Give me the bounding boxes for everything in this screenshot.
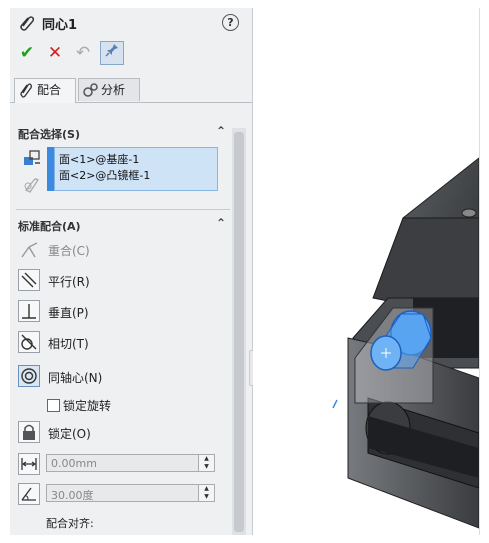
pin-button[interactable] [100, 41, 124, 65]
tab-analysis-label: 分析 [101, 83, 126, 97]
distance-icon[interactable] [18, 453, 40, 475]
coincident-icon [18, 238, 40, 260]
lock-rotation-checkbox[interactable] [47, 399, 60, 412]
mate-concentric-label: 同轴心(N) [48, 371, 103, 385]
mate-coincident-label: 重合(C) [48, 244, 90, 258]
gears-icon [83, 82, 99, 106]
help-icon[interactable]: ? [222, 14, 239, 31]
distance-value: 0.00mm [51, 457, 97, 470]
undo-button[interactable]: ↶ [72, 42, 94, 64]
list-item[interactable]: 面<1>@基座-1 [59, 151, 139, 167]
mate-lock-label: 锁定(O) [48, 427, 91, 441]
distance-input[interactable]: 0.00mm ▲ ▼ [46, 454, 215, 472]
mate-parallel-label: 平行(R) [48, 275, 90, 289]
angle-stepper[interactable]: ▲ ▼ [198, 485, 214, 501]
standard-mates-heading: 标准配合(A) [18, 220, 81, 233]
cancel-button[interactable]: ✕ [44, 42, 66, 64]
panel-scrollbar[interactable] [232, 128, 246, 535]
collapse-icon[interactable]: ⌃ [216, 216, 226, 230]
mate-selection-header[interactable]: 配合选择(S) ⌃ [10, 124, 232, 142]
property-manager-panel: 同心1 ? ✔ ✕ ↶ 配合 分析 配合选择(S) ⌃ 面<1>@基座-1 面<… [10, 8, 253, 535]
pin-icon [105, 44, 118, 57]
list-item[interactable]: 面<2>@凸镜框-1 [59, 167, 150, 183]
perpendicular-icon [18, 300, 40, 322]
mate-perpendicular[interactable]: 垂直(P) [18, 300, 228, 324]
paperclip-icon [19, 82, 33, 106]
standard-mates-header[interactable]: 标准配合(A) ⌃ [10, 216, 232, 234]
concentric-icon [18, 365, 40, 387]
selection-indicator [47, 147, 54, 191]
angle-icon[interactable] [18, 483, 40, 505]
panel-tabs: 配合 分析 [10, 78, 252, 103]
mate-tangent-label: 相切(T) [48, 337, 89, 351]
model-render [332, 157, 479, 529]
mate-perpendicular-label: 垂直(P) [48, 306, 89, 320]
tab-mates[interactable]: 配合 [14, 78, 76, 103]
scroll-thumb[interactable] [234, 132, 244, 532]
paperclip-icon [18, 14, 36, 35]
mate-concentric[interactable]: 同轴心(N) [18, 365, 228, 389]
divider [16, 209, 230, 210]
distance-stepper[interactable]: ▲ ▼ [198, 455, 214, 471]
mate-lock[interactable]: 锁定(O) [18, 421, 228, 445]
tangent-icon [18, 331, 40, 353]
graphics-viewport[interactable] [253, 8, 480, 535]
panel-title-bar: 同心1 ? [10, 8, 252, 36]
mate-selection-heading: 配合选择(S) [18, 128, 80, 141]
tab-mates-label: 配合 [37, 83, 62, 97]
mate-tangent[interactable]: 相切(T) [18, 331, 228, 355]
window: 同心1 ? ✔ ✕ ↶ 配合 分析 配合选择(S) ⌃ 面<1>@基座-1 面<… [0, 0, 489, 543]
lock-icon [18, 421, 40, 443]
mate-coincident[interactable]: 重合(C) [18, 238, 228, 262]
mate-alignment-label: 配合对齐: [46, 517, 94, 530]
angle-input[interactable]: 30.00度 ▲ ▼ [46, 484, 215, 502]
parallel-icon [18, 269, 40, 291]
mate-selection-list[interactable]: 面<1>@基座-1 面<2>@凸镜框-1 [54, 147, 218, 191]
multi-mate-icon [22, 176, 42, 199]
ok-button[interactable]: ✔ [16, 42, 38, 64]
angle-value: 30.00度 [51, 489, 94, 502]
tab-analysis[interactable]: 分析 [78, 78, 140, 101]
mate-entities-icon [22, 148, 42, 171]
panel-title: 同心1 [42, 18, 78, 33]
mate-parallel[interactable]: 平行(R) [18, 269, 228, 293]
lock-rotation-label: 锁定旋转 [63, 399, 112, 413]
collapse-icon[interactable]: ⌃ [216, 124, 226, 138]
